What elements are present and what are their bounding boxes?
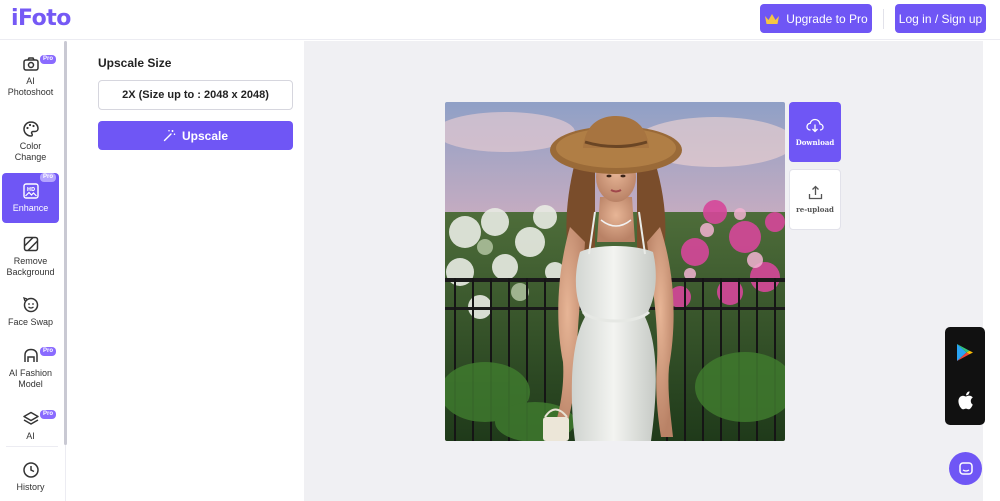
apple-icon[interactable] xyxy=(957,391,974,410)
header-divider xyxy=(883,9,884,29)
layers-icon xyxy=(22,411,39,425)
sidebar-item-label: Background xyxy=(6,267,55,277)
sidebar-item-label: Enhance xyxy=(12,203,49,213)
cloud-download-icon xyxy=(806,118,824,132)
sidebar-item-label: Remove xyxy=(13,256,48,266)
sidebar-item-label: AI Fashion xyxy=(8,368,53,378)
upgrade-label: Upgrade to Pro xyxy=(786,11,868,26)
logo[interactable]: iFoto xyxy=(11,6,71,31)
right-edge xyxy=(983,41,1000,501)
upscale-button[interactable]: Upscale xyxy=(98,121,293,150)
sidebar-item-remove-background[interactable]: Remove Background xyxy=(2,235,59,279)
sidebar-item-label: Color xyxy=(19,141,42,151)
sidebar-divider xyxy=(6,446,58,447)
download-button[interactable]: Download xyxy=(789,102,841,162)
svg-text:HD: HD xyxy=(26,187,34,193)
pro-badge: Pro xyxy=(39,55,56,64)
sidebar: Pro AI Photoshoot Color Change Pro HD En… xyxy=(0,41,66,501)
crown-icon xyxy=(765,13,780,24)
sidebar-item-label: AI xyxy=(26,76,35,86)
sidebar-item-face-swap[interactable]: Face Swap xyxy=(2,296,59,330)
remove-background-icon xyxy=(23,236,38,252)
sidebar-item-label: History xyxy=(16,482,45,492)
top-header: iFoto Upgrade to Pro Log in / Sign up xyxy=(0,0,1000,40)
reupload-label: re-upload xyxy=(796,205,834,214)
camera-icon xyxy=(22,57,39,71)
chat-bubble-icon xyxy=(958,461,973,475)
sidebar-item-label: Photoshoot xyxy=(7,87,54,97)
download-label: Download xyxy=(795,137,835,147)
sidebar-item-enhance[interactable]: Pro HD Enhance xyxy=(2,173,59,223)
sidebar-item-ai-fashion-model[interactable]: Pro AI Fashion Model xyxy=(2,347,59,393)
fashion-model-icon xyxy=(23,348,38,362)
sidebar-item-color-change[interactable]: Color Change xyxy=(2,120,59,164)
sidebar-item-history[interactable]: History xyxy=(2,461,59,495)
sidebar-item-ai-photoshoot[interactable]: Pro AI Photoshoot xyxy=(2,55,59,101)
app-store-links xyxy=(945,327,985,425)
pro-badge: Pro xyxy=(39,410,56,419)
pro-badge: Pro xyxy=(39,173,56,182)
sidebar-item-label: AI xyxy=(26,431,35,441)
settings-panel: Upscale Size 2X (Size up to : 2048 x 204… xyxy=(67,41,304,501)
login-signup-button[interactable]: Log in / Sign up xyxy=(895,4,986,33)
face-swap-icon xyxy=(22,296,38,313)
portrait-photo-image xyxy=(445,102,785,441)
sidebar-item-label: Change xyxy=(14,152,47,162)
upload-icon xyxy=(808,185,822,200)
google-play-icon[interactable] xyxy=(956,343,974,362)
clock-icon xyxy=(22,462,39,478)
pro-badge: Pro xyxy=(39,347,56,356)
magic-wand-icon xyxy=(163,130,176,142)
sidebar-item-label: Face Swap xyxy=(7,317,54,327)
sidebar-item-label: Model xyxy=(18,379,43,389)
sidebar-item-ai[interactable]: Pro AI xyxy=(2,410,59,444)
reupload-button[interactable]: re-upload xyxy=(789,169,841,230)
upscale-label: Upscale xyxy=(181,128,229,143)
upscale-size-option[interactable]: 2X (Size up to : 2048 x 2048) xyxy=(98,80,293,110)
preview-image[interactable] xyxy=(445,102,785,441)
panel-title: Upscale Size xyxy=(98,56,172,70)
palette-icon xyxy=(22,121,39,137)
hd-image-icon: HD xyxy=(22,183,39,199)
chat-support-button[interactable] xyxy=(949,452,982,485)
upgrade-to-pro-button[interactable]: Upgrade to Pro xyxy=(760,4,872,33)
